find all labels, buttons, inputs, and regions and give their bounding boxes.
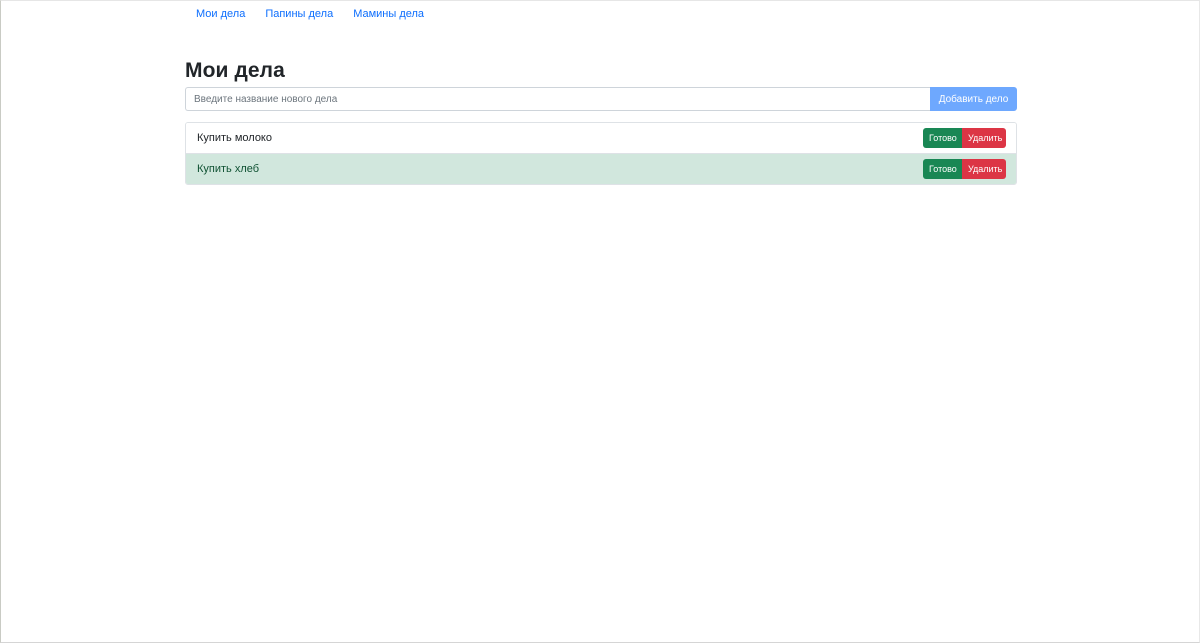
nav-link-my-tasks[interactable]: Мои дела — [185, 1, 255, 27]
task-text: Купить хлеб — [197, 163, 260, 175]
app-window: Мои дела Папины дела Мамины дела Мои дел… — [0, 0, 1200, 643]
top-nav: Мои дела Папины дела Мамины дела — [185, 1, 1017, 27]
new-task-input[interactable] — [185, 87, 930, 111]
task-actions: Готово Удалить — [923, 159, 1006, 179]
task-actions: Готово Удалить — [923, 128, 1006, 148]
delete-task-button[interactable]: Удалить — [962, 159, 1006, 179]
add-task-button[interactable]: Добавить дело — [930, 87, 1017, 111]
task-text: Купить молоко — [197, 132, 272, 144]
main-container: Мои дела Папины дела Мамины дела Мои дел… — [185, 1, 1017, 185]
new-task-form: Добавить дело — [185, 87, 1017, 111]
delete-task-button[interactable]: Удалить — [962, 128, 1006, 148]
mark-done-button[interactable]: Готово — [923, 159, 962, 179]
page-title: Мои дела — [185, 59, 285, 82]
nav-link-mom-tasks[interactable]: Мамины дела — [343, 1, 434, 27]
mark-done-button[interactable]: Готово — [923, 128, 962, 148]
task-item-done: Купить хлеб Готово Удалить — [186, 153, 1016, 184]
task-item: Купить молоко Готово Удалить — [186, 123, 1016, 153]
task-list: Купить молоко Готово Удалить Купить хлеб… — [185, 122, 1017, 185]
nav-link-dad-tasks[interactable]: Папины дела — [255, 1, 343, 27]
